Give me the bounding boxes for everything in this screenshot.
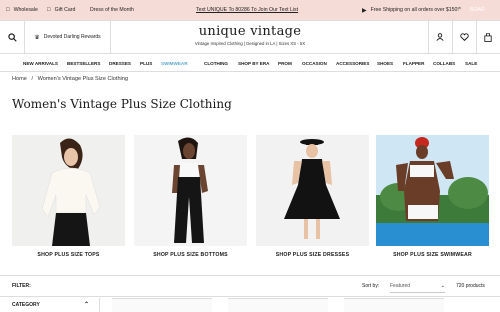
truck-icon: ▶ (362, 7, 367, 14)
product-card[interactable] (344, 298, 444, 312)
text-list-link[interactable]: Text UNIQUE To 80286 To Join Our Text Li… (196, 0, 298, 20)
category-card-tops[interactable] (12, 135, 125, 246)
user-icon (436, 33, 444, 41)
category-image-bottoms (134, 135, 247, 246)
nav-item-sale[interactable]: SALE (465, 54, 477, 72)
chevron-down-icon: ⌄ (440, 282, 445, 289)
category-image-tops (12, 135, 125, 246)
gift-icon: □ (47, 7, 51, 13)
product-count: 720 products (456, 283, 485, 289)
nav-item-accessories[interactable]: ACCESSORIES (336, 54, 369, 72)
nav-item-shoes[interactable]: SHOES (377, 54, 393, 72)
category-caption-tops[interactable]: SHOP PLUS SIZE TOPS (12, 252, 125, 258)
main-nav: NEW ARRIVALS BESTSELLERS DRESSES PLUS SWIMWE… (0, 54, 500, 72)
category-filter-toggle[interactable]: CATEGORY ⌃ (0, 298, 100, 312)
search-button[interactable] (0, 21, 24, 53)
shipping-promo: ▶ Free Shipping on all orders over $150!* (362, 7, 461, 14)
nav-item-plus[interactable]: PLUS (140, 54, 152, 72)
breadcrumb-home[interactable]: Home (12, 76, 27, 82)
nav-item-shop-by-era[interactable]: SHOP BY ERA (238, 54, 270, 72)
breadcrumb-current: Women's Vintage Plus Size Clothing (37, 76, 129, 82)
nav-item-occasion[interactable]: OCCASION (302, 54, 327, 72)
filter-bar: FILTER: Sort by: Featured ⌄ 720 products (0, 275, 500, 297)
nav-item-bestsellers[interactable]: BESTSELLERS (67, 54, 100, 72)
account-button[interactable] (428, 21, 452, 53)
nav-item-flapper[interactable]: FLAPPER (403, 54, 424, 72)
logo-link[interactable]: unique vintage Vintage Inspired Clothing… (160, 21, 340, 53)
rewards-link[interactable]: ♛ Devoted Darling Rewards (30, 21, 105, 53)
category-caption-bottoms[interactable]: SHOP PLUS SIZE BOTTOMS (134, 252, 247, 258)
search-icon (7, 32, 17, 42)
sort-select[interactable]: Featured ⌄ (390, 279, 445, 293)
category-caption-dresses[interactable]: SHOP PLUS SIZE DRESSES (256, 252, 369, 258)
dress-of-month-link[interactable]: Dress of the Month (90, 0, 134, 20)
category-card-bottoms[interactable] (134, 135, 247, 246)
nav-item-collabs[interactable]: COLLABS (433, 54, 455, 72)
filter-label: FILTER: (12, 283, 31, 289)
chevron-up-icon: ⌃ (84, 302, 90, 308)
wishlist-button[interactable] (452, 21, 476, 53)
wholesale-link[interactable]: □ Wholesale (6, 0, 38, 20)
shopping-bag-icon (484, 32, 492, 42)
site-header: ♛ Devoted Darling Rewards unique vintage … (0, 20, 500, 54)
category-card-swimwear[interactable] (376, 135, 489, 246)
breadcrumb: Home / Women's Vintage Plus Size Clothin… (12, 76, 129, 82)
logo: unique vintage (198, 24, 302, 39)
sort-label: Sort by: (362, 283, 380, 289)
category-image-swimwear (376, 135, 489, 246)
category-image-dresses (256, 135, 369, 246)
nav-item-clothing[interactable]: CLOTHING (204, 54, 228, 72)
nav-item-new-arrivals[interactable]: NEW ARRIVALS (23, 54, 58, 72)
promo-bar: □ Wholesale □ Gift Card Dress of the Month… (0, 0, 500, 20)
tagline: Vintage Inspired Clothing | Designed in … (194, 41, 306, 46)
heart-icon (459, 33, 469, 41)
nav-item-prom[interactable]: PROM (278, 54, 292, 72)
gift-card-link[interactable]: □ Gift Card (47, 0, 75, 20)
category-caption-swimwear[interactable]: SHOP PLUS SIZE SWIMWEAR (376, 252, 489, 258)
page-title: Women's Vintage Plus Size Clothing (12, 97, 232, 111)
bag-icon: □ (6, 7, 10, 13)
promo-extra: BOAR (470, 7, 485, 13)
cart-button[interactable] (476, 21, 500, 53)
nav-item-dresses[interactable]: DRESSES (109, 54, 131, 72)
crown-icon: ♛ (34, 34, 40, 41)
product-card[interactable] (112, 298, 212, 312)
nav-item-swimwear[interactable]: SWIMWEAR (161, 54, 188, 72)
product-card[interactable] (228, 298, 328, 312)
category-card-dresses[interactable] (256, 135, 369, 246)
